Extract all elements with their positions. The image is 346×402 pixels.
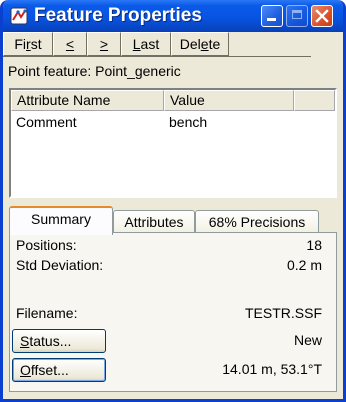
delete-button-accel: e xyxy=(200,36,209,52)
attribute-table-header: Attribute Name Value xyxy=(11,90,335,111)
minimize-button[interactable] xyxy=(261,5,283,27)
summary-panel: Positions: 18 Std Deviation: 0.2 m Filen… xyxy=(9,232,337,392)
maximize-icon xyxy=(292,10,302,19)
first-button-label-b: st xyxy=(30,36,42,52)
filename-value: TESTR.SSF xyxy=(244,305,322,321)
delete-button[interactable]: Delete xyxy=(171,32,229,56)
title-bar[interactable]: Feature Properties xyxy=(3,0,343,32)
close-icon xyxy=(315,9,329,23)
table-row[interactable]: Comment bench xyxy=(11,112,294,132)
last-button-label-b: ast xyxy=(140,36,160,52)
first-button[interactable]: First xyxy=(3,32,53,56)
column-header-value[interactable]: Value xyxy=(164,90,294,111)
status-button[interactable]: Status... xyxy=(12,329,106,353)
next-button-label-b xyxy=(108,36,112,52)
delete-button-label-b: te xyxy=(208,36,221,52)
status-button-label: tatus... xyxy=(29,333,72,349)
status-value: New xyxy=(293,332,322,348)
positions-label: Positions: xyxy=(16,237,77,253)
navigation-toolbar: First < > Last Delete xyxy=(3,32,311,57)
filename-row: Filename: TESTR.SSF xyxy=(16,305,322,325)
positions-value: 18 xyxy=(306,237,322,253)
status-button-accel: S xyxy=(20,333,30,349)
offset-button-label: ffset... xyxy=(30,362,69,378)
column-header-empty xyxy=(294,90,335,111)
offset-button[interactable]: Offset... xyxy=(12,358,106,382)
previous-button-label-b xyxy=(74,36,78,52)
tab-strip: Summary Attributes 68% Precisions xyxy=(9,206,339,235)
last-button-accel: L xyxy=(132,36,141,52)
feature-type-label: Point feature: Point_generic xyxy=(8,63,181,79)
previous-button[interactable]: < xyxy=(53,32,87,56)
std-deviation-value: 0.2 m xyxy=(286,257,322,273)
filename-label: Filename: xyxy=(16,305,78,321)
attribute-value-cell: bench xyxy=(169,114,208,130)
feature-properties-window: Feature Properties First < > Last Delete… xyxy=(0,0,346,402)
feature-properties-app-icon xyxy=(10,7,28,25)
offset-value: 14.01 m, 53.1°T xyxy=(222,361,322,377)
tab-summary[interactable]: Summary xyxy=(9,206,113,235)
positions-row: Positions: 18 xyxy=(16,237,322,257)
attribute-table[interactable]: Attribute Name Value Comment bench xyxy=(9,88,337,198)
minimize-icon xyxy=(267,18,276,21)
first-button-label-a: Fi xyxy=(14,36,27,52)
std-deviation-label: Std Deviation: xyxy=(16,257,104,273)
close-button[interactable] xyxy=(311,5,333,27)
delete-button-label-a: Del xyxy=(179,36,201,52)
next-button-accel: > xyxy=(99,36,109,52)
last-button[interactable]: Last xyxy=(121,32,171,56)
column-header-attribute-name[interactable]: Attribute Name xyxy=(11,90,164,111)
offset-button-accel: O xyxy=(20,362,31,378)
previous-button-accel: < xyxy=(65,36,75,52)
tab-attributes[interactable]: Attributes xyxy=(113,210,195,234)
window-title: Feature Properties xyxy=(34,5,202,26)
std-deviation-row: Std Deviation: 0.2 m xyxy=(16,257,322,277)
maximize-button xyxy=(286,5,308,27)
next-button[interactable]: > xyxy=(87,32,121,56)
attribute-name-cell: Comment xyxy=(16,114,77,130)
tab-precisions[interactable]: 68% Precisions xyxy=(195,210,319,234)
